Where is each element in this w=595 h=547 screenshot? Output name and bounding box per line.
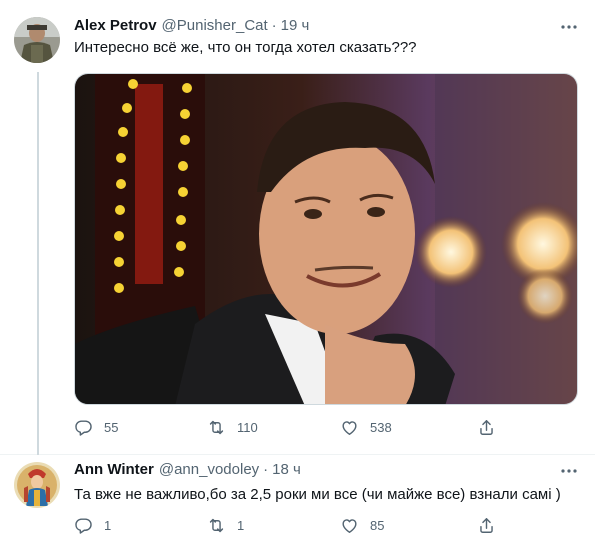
retweet-count: 110 (237, 420, 258, 435)
author-handle[interactable]: @ann_vodoley (159, 461, 259, 478)
retweet-icon (209, 518, 224, 533)
reply-button[interactable]: 1 (74, 516, 207, 535)
tweet-text: Интересно всё же, что он тогда хотел ска… (74, 39, 417, 56)
share-icon (480, 420, 493, 435)
author-name[interactable]: Alex Petrov (74, 17, 157, 34)
like-button[interactable]: 538 (340, 418, 477, 437)
share-button[interactable] (477, 516, 496, 535)
separator-dot: · (271, 17, 277, 34)
like-button[interactable]: 85 (340, 516, 477, 535)
reply-button[interactable]: 55 (74, 418, 207, 437)
timestamp[interactable]: 19 ч (281, 17, 310, 34)
tweet-photo[interactable] (74, 73, 578, 405)
reply-icon (75, 518, 92, 534)
author-handle[interactable]: @Punisher_Cat (162, 17, 268, 34)
tweet[interactable]: Ann Winter @ann_vodoley · 18 ч Та вже не… (0, 455, 595, 547)
retweet-icon (209, 420, 224, 435)
like-count: 85 (370, 518, 385, 533)
retweet-count: 1 (237, 518, 245, 533)
tweet-actions: 55 110 538 (74, 418, 496, 437)
separator-dot: · (263, 461, 269, 478)
timestamp[interactable]: 18 ч (272, 461, 301, 478)
tweet-header: Alex Petrov @Punisher_Cat · 19 ч (74, 17, 309, 34)
tweet[interactable]: Alex Petrov @Punisher_Cat · 19 ч Интерес… (0, 0, 595, 455)
reply-icon (75, 420, 92, 436)
tweet-actions: 1 1 85 (74, 516, 496, 535)
retweet-button[interactable]: 110 (207, 418, 340, 437)
share-icon (480, 518, 493, 533)
tweet-text: Та вже не важливо,бо за 2,5 роки ми все … (74, 486, 561, 503)
author-name[interactable]: Ann Winter (74, 461, 154, 478)
like-icon (342, 421, 357, 435)
tweet-header: Ann Winter @ann_vodoley · 18 ч (74, 461, 301, 478)
more-icon[interactable] (557, 17, 581, 37)
retweet-button[interactable]: 1 (207, 516, 340, 535)
like-count: 538 (370, 420, 392, 435)
thread-line (37, 72, 39, 455)
more-icon[interactable] (557, 461, 581, 481)
like-icon (342, 519, 357, 533)
reply-count: 1 (104, 518, 112, 533)
share-button[interactable] (477, 418, 496, 437)
reply-count: 55 (104, 420, 119, 435)
avatar[interactable] (14, 462, 60, 508)
avatar[interactable] (14, 17, 60, 63)
